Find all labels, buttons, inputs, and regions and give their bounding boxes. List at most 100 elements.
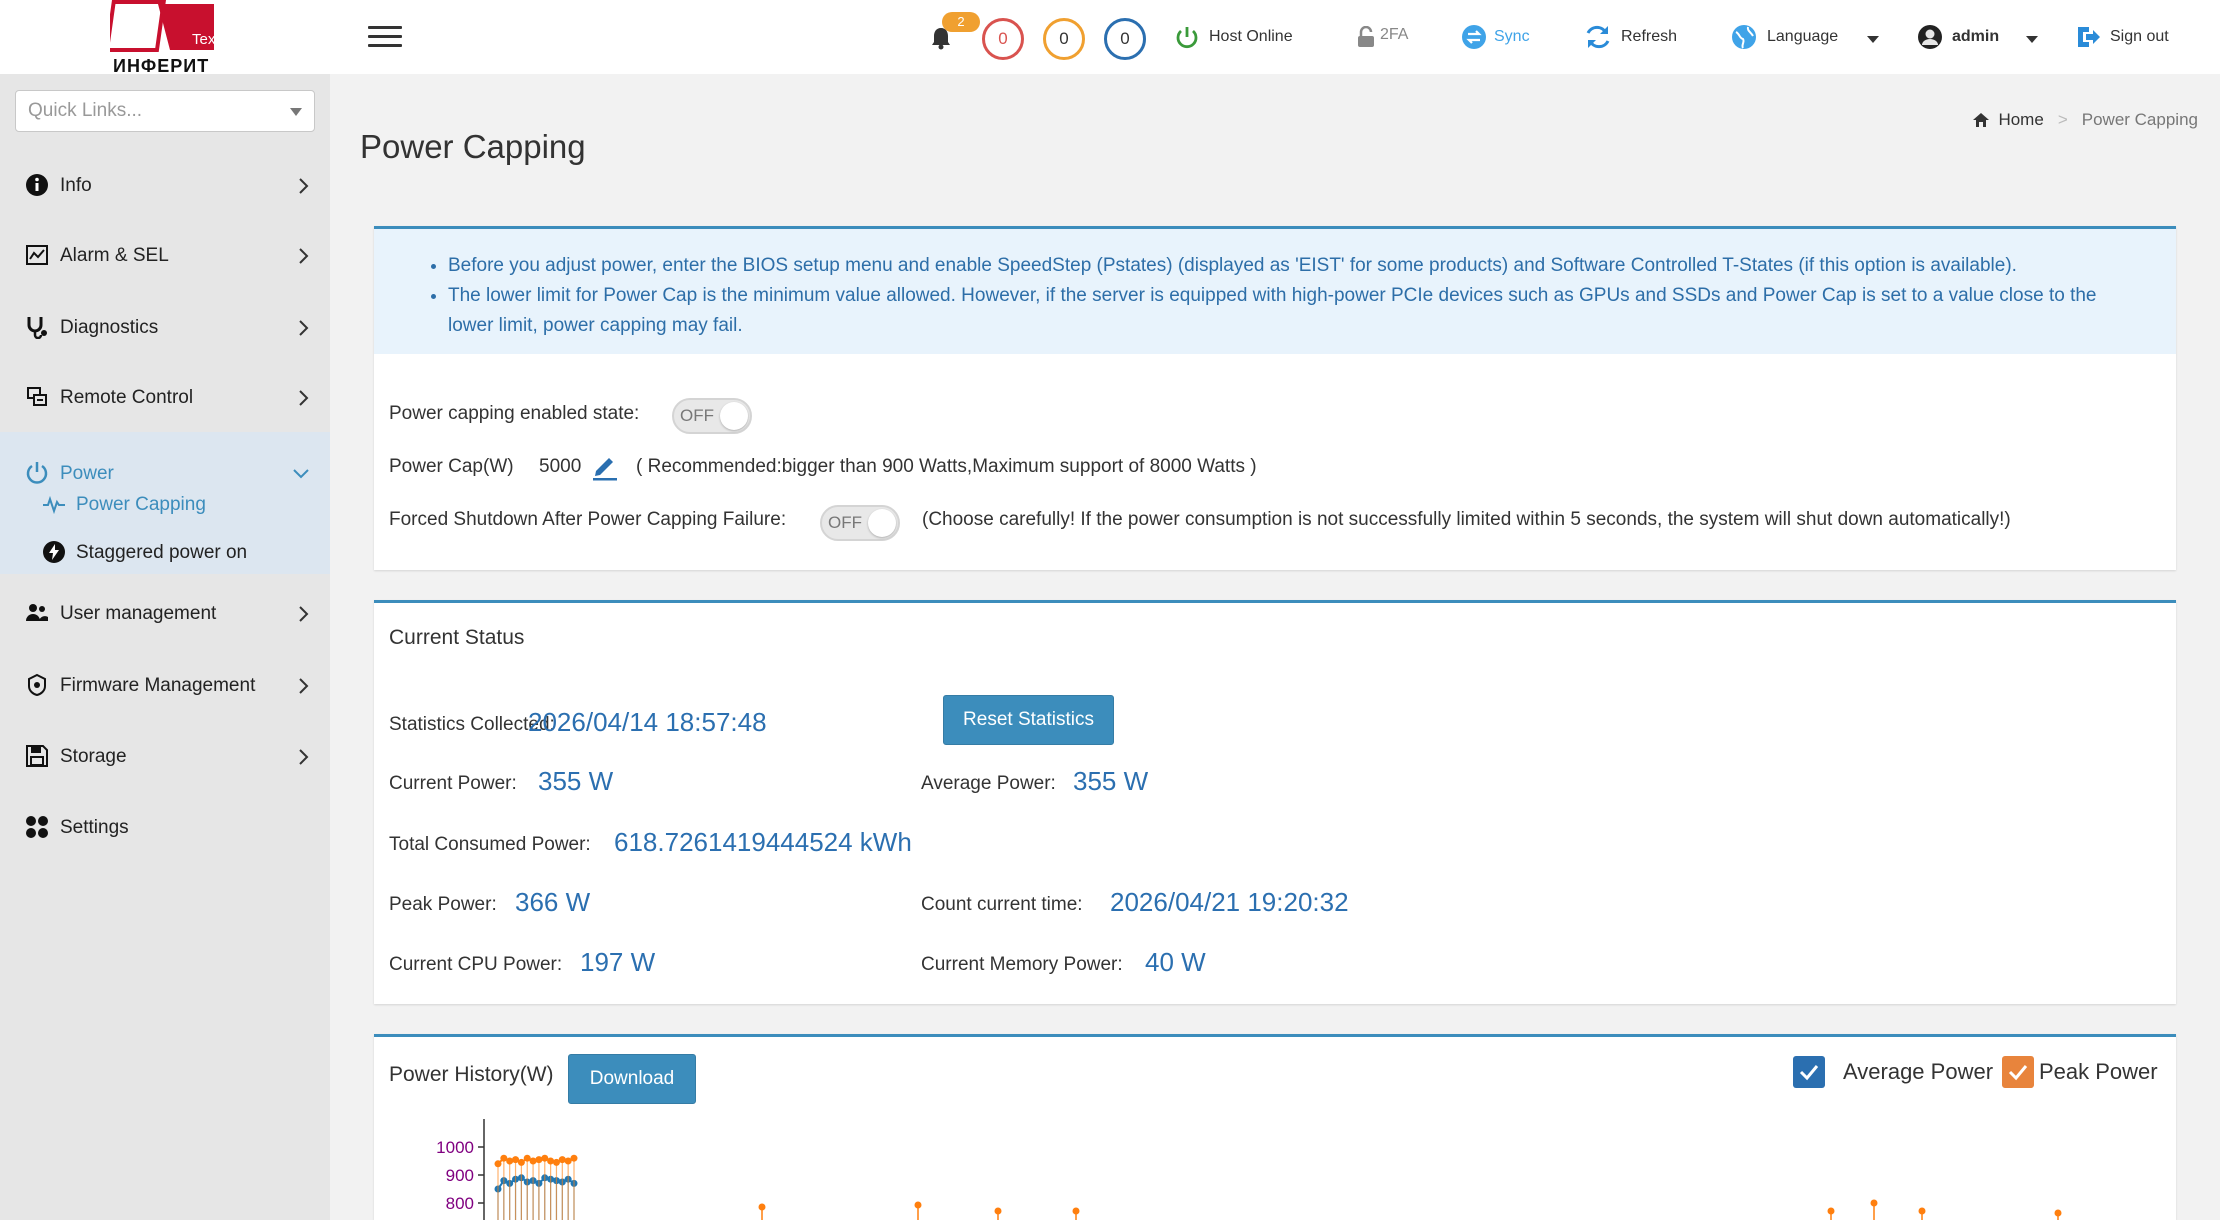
count-time-label: Count current time: xyxy=(921,894,1083,915)
menu-toggle-icon[interactable] xyxy=(368,26,402,48)
notice-item: Before you adjust power, enter the BIOS … xyxy=(448,251,2128,281)
unlock-icon[interactable] xyxy=(1356,26,1376,48)
chevron-right-icon xyxy=(299,678,309,694)
chevron-down-icon xyxy=(293,469,309,479)
caret-down-icon xyxy=(1867,36,1879,43)
cpu-power-label: Current CPU Power: xyxy=(389,954,563,975)
check-icon xyxy=(1799,1065,1819,1081)
remote-control-icon xyxy=(27,387,47,406)
sidebar-item-remote-control[interactable]: Remote Control xyxy=(0,372,330,422)
logo[interactable]: Tex ИНФЕРИТ xyxy=(0,0,330,76)
svg-text:Tex: Tex xyxy=(192,31,216,48)
power-cap-value: 5000 xyxy=(539,456,582,477)
spike-point xyxy=(1072,1207,1080,1215)
refresh-button[interactable]: Refresh xyxy=(1621,28,1677,46)
quick-links-select[interactable]: Quick Links... xyxy=(15,90,315,132)
bolt-icon xyxy=(43,541,65,563)
sync-icon[interactable] xyxy=(1461,24,1487,50)
average-power-value: 355 W xyxy=(1073,766,1149,796)
sidebar-item-user-management[interactable]: User management xyxy=(0,588,330,638)
info-count[interactable]: 0 xyxy=(1104,18,1146,60)
caret-down-icon xyxy=(290,108,302,116)
chevron-right-icon xyxy=(299,320,309,336)
sidebar-subitem-staggered-power[interactable]: Staggered power on xyxy=(0,528,330,574)
download-button[interactable]: Download xyxy=(568,1054,696,1104)
current-status-panel: Current Status Statistics Collected: 202… xyxy=(374,600,2176,1004)
sidebar-item-label: User management xyxy=(60,603,217,624)
logo-mark-icon: Tex xyxy=(110,0,216,52)
count-time-value: 2026/04/21 19:20:32 xyxy=(1110,887,1349,917)
breadcrumb-home[interactable]: Home xyxy=(1998,110,2043,130)
spike-point xyxy=(1918,1207,1926,1215)
forced-shutdown-hint: (Choose carefully! If the power consumpt… xyxy=(922,509,2011,530)
info-icon xyxy=(26,174,48,196)
toggle-knob xyxy=(868,509,896,537)
globe-icon[interactable] xyxy=(1731,24,1757,50)
pulse-icon xyxy=(43,495,65,515)
spike-point xyxy=(1870,1199,1878,1207)
quick-links-placeholder: Quick Links... xyxy=(28,100,143,121)
user-avatar-icon[interactable] xyxy=(1917,24,1943,50)
firmware-icon xyxy=(28,673,46,697)
sidebar-item-settings[interactable]: Settings xyxy=(0,802,330,852)
home-icon xyxy=(1973,113,1990,127)
sidebar-item-storage[interactable]: Storage xyxy=(0,731,330,781)
twofa-label[interactable]: 2FA xyxy=(1380,26,1408,44)
pencil-icon[interactable] xyxy=(590,451,620,481)
memory-power-value: 40 W xyxy=(1145,947,1206,977)
sign-out-button[interactable]: Sign out xyxy=(2110,28,2169,46)
sidebar-subitem-label: Power Capping xyxy=(76,494,206,515)
settings-grid-icon xyxy=(26,816,48,838)
current-power-label: Current Power: xyxy=(389,773,517,794)
average-power-checkbox[interactable] xyxy=(1793,1056,1825,1088)
breadcrumb-separator: > xyxy=(2057,110,2068,129)
toggle-state: OFF xyxy=(828,513,862,532)
sidebar: Tex ИНФЕРИТ Quick Links... Info Alarm & … xyxy=(0,0,330,1220)
capping-enabled-toggle[interactable]: OFF xyxy=(672,398,752,434)
legend-peak: Peak Power xyxy=(2039,1059,2158,1084)
peak-power-label: Peak Power: xyxy=(389,894,497,915)
critical-count[interactable]: 0 xyxy=(982,18,1024,60)
sidebar-subitem-power-capping[interactable]: Power Capping xyxy=(0,480,330,526)
host-power-icon xyxy=(1176,27,1198,49)
y-tick-label: 1000 xyxy=(436,1138,474,1157)
average-power-label: Average Power: xyxy=(921,773,1056,794)
reset-statistics-button[interactable]: Reset Statistics xyxy=(943,695,1114,745)
chevron-right-icon xyxy=(299,248,309,264)
power-history-panel: Power History(W) Download Average Power … xyxy=(374,1034,2176,1220)
language-button[interactable]: Language xyxy=(1767,28,1838,46)
power-cap-label: Power Cap(W) xyxy=(389,456,514,477)
toggle-state: OFF xyxy=(680,406,714,425)
user-menu[interactable]: admin xyxy=(1952,28,1999,46)
sidebar-item-diagnostics[interactable]: Diagnostics xyxy=(0,302,330,352)
warning-count[interactable]: 0 xyxy=(1043,18,1085,60)
sidebar-subitem-label: Staggered power on xyxy=(76,542,248,563)
spike-point xyxy=(758,1203,766,1211)
sidebar-group-power: Power Power Capping Staggered power on xyxy=(0,432,330,574)
chevron-right-icon xyxy=(299,749,309,765)
sign-out-icon[interactable] xyxy=(2075,24,2101,50)
sidebar-item-info[interactable]: Info xyxy=(0,160,330,210)
forced-shutdown-label: Forced Shutdown After Power Capping Fail… xyxy=(389,509,787,530)
peak-power-checkbox[interactable] xyxy=(2002,1056,2034,1088)
host-status-label: Host Online xyxy=(1209,28,1293,45)
sync-button[interactable]: Sync xyxy=(1494,28,1530,46)
sidebar-item-label: Diagnostics xyxy=(60,317,159,338)
power-history-title: Power History(W) xyxy=(389,1063,554,1086)
power-cap-settings-panel: Before you adjust power, enter the BIOS … xyxy=(374,226,2176,570)
notification-badge: 2 xyxy=(942,12,980,32)
capping-enabled-label: Power capping enabled state: xyxy=(389,403,640,424)
refresh-icon[interactable] xyxy=(1584,24,1612,50)
notice-item: The lower limit for Power Cap is the min… xyxy=(448,281,2128,341)
sidebar-item-label: Firmware Management xyxy=(60,675,256,696)
sidebar-item-alarm[interactable]: Alarm & SEL xyxy=(0,230,330,280)
collected-value: 2026/04/14 18:57:48 xyxy=(528,707,767,737)
breadcrumb-current: Power Capping xyxy=(2081,110,2198,129)
notice-box: Before you adjust power, enter the BIOS … xyxy=(374,229,2176,354)
sidebar-item-firmware[interactable]: Firmware Management xyxy=(0,660,330,710)
current-status-title: Current Status xyxy=(389,626,525,649)
chevron-right-icon xyxy=(299,178,309,194)
forced-shutdown-toggle[interactable]: OFF xyxy=(820,505,900,541)
caret-down-icon xyxy=(2026,36,2038,43)
sidebar-item-label: Remote Control xyxy=(60,387,194,408)
